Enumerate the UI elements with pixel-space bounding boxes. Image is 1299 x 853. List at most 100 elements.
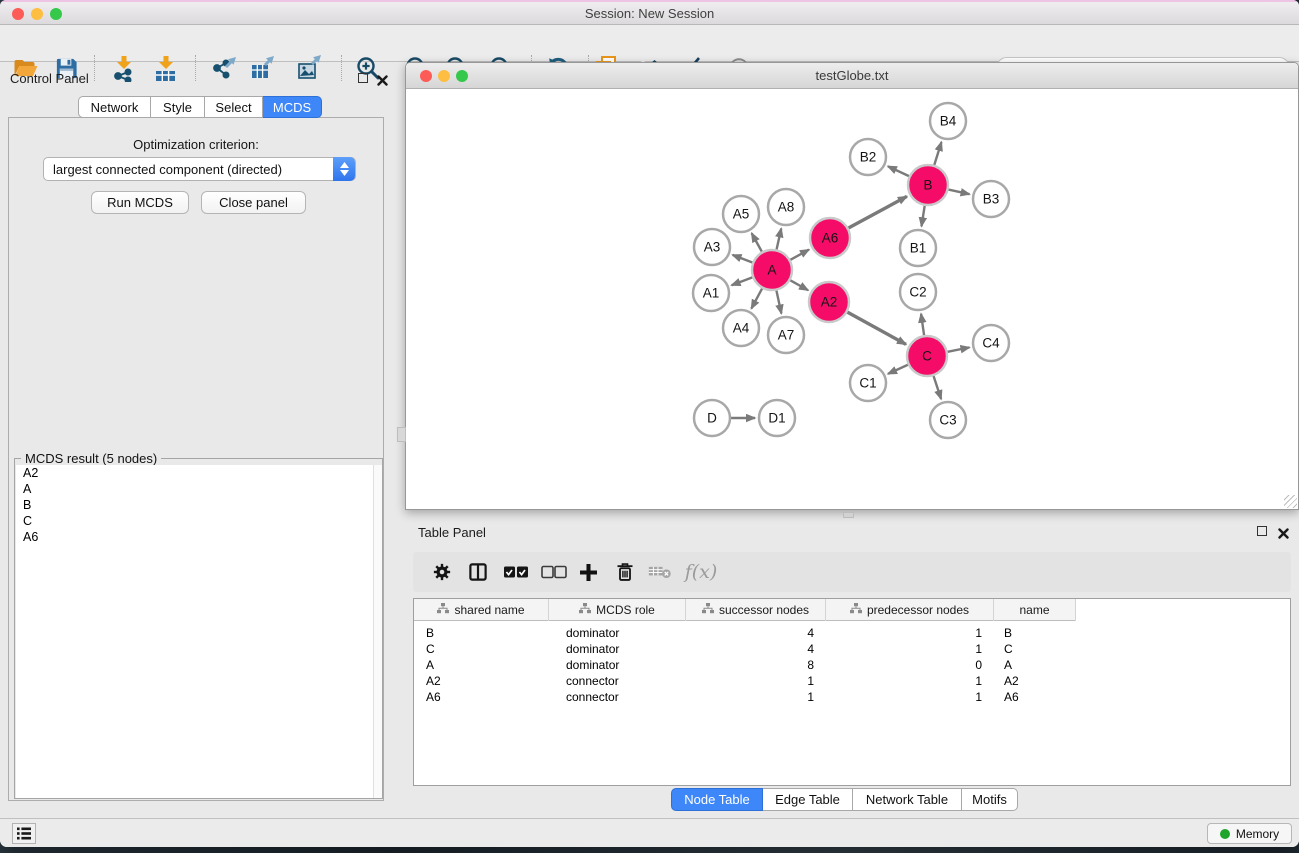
edge-A-A6[interactable]	[790, 250, 809, 260]
edge-C-C1[interactable]	[888, 365, 908, 374]
optimization-criterion-label: Optimization criterion:	[8, 137, 384, 152]
edge-C-C4[interactable]	[948, 347, 970, 351]
show-columns-icon[interactable]	[463, 558, 493, 586]
criterion-value: largest connected component (directed)	[53, 162, 282, 177]
edge-B-B3[interactable]	[948, 190, 969, 195]
edge-C-C3[interactable]	[934, 376, 942, 399]
edge-A-A7[interactable]	[776, 291, 781, 314]
tab-motifs[interactable]: Motifs	[962, 788, 1018, 811]
export-image-icon[interactable]	[295, 54, 323, 82]
list-item[interactable]: A6	[16, 530, 382, 546]
mcds-result-groupbox: MCDS result (5 nodes) A2ABCA6	[14, 458, 383, 799]
edge-A-A8[interactable]	[777, 228, 782, 249]
edge-A2-C[interactable]	[847, 312, 906, 344]
table-cell[interactable]: connector	[566, 689, 619, 705]
import-table-icon[interactable]	[151, 54, 179, 82]
table-cell[interactable]: 4	[686, 625, 814, 641]
function-builder-icon[interactable]: f(x)	[681, 558, 721, 586]
tab-select[interactable]: Select	[205, 96, 263, 118]
edge-B-B4[interactable]	[934, 142, 941, 165]
column-header-MCDS-role[interactable]: MCDS role	[549, 599, 686, 621]
memory-button[interactable]: Memory	[1207, 823, 1292, 844]
node-label: C2	[909, 285, 926, 300]
network-window-titlebar[interactable]: testGlobe.txt	[406, 63, 1298, 89]
table-cell[interactable]: A2	[1004, 673, 1019, 689]
export-table-icon[interactable]	[248, 54, 276, 82]
column-header-shared-name[interactable]: shared name	[414, 599, 549, 621]
edge-A-A1[interactable]	[732, 277, 753, 285]
edge-A-A2[interactable]	[790, 280, 808, 290]
table-cell[interactable]: connector	[566, 673, 619, 689]
table-settings-gear-icon[interactable]	[427, 558, 457, 586]
network-graph-canvas[interactable]: AA6A2BCA5A8A3A1A4A7B2B4B3B1C2C4C1C3DD1	[406, 90, 1298, 510]
tab-edge-table[interactable]: Edge Table	[763, 788, 853, 811]
export-network-icon[interactable]	[210, 54, 238, 82]
edge-A-A3[interactable]	[733, 255, 753, 263]
tab-style[interactable]: Style	[151, 96, 205, 118]
edge-A-A5[interactable]	[752, 233, 762, 251]
table-cell[interactable]: 1	[826, 689, 982, 705]
tab-network[interactable]: Network	[78, 96, 151, 118]
close-panel-icon[interactable]	[377, 73, 388, 84]
table-cell[interactable]: A	[1004, 657, 1012, 673]
table-cell[interactable]: dominator	[566, 657, 619, 673]
run-mcds-button[interactable]: Run MCDS	[91, 191, 189, 214]
table-cell[interactable]: 0	[826, 657, 982, 673]
list-item[interactable]: C	[16, 514, 382, 530]
table-cell[interactable]: 1	[826, 673, 982, 689]
table-cell[interactable]: 8	[686, 657, 814, 673]
edge-B-B1[interactable]	[921, 206, 924, 227]
table-cell[interactable]: A	[426, 657, 434, 673]
table-cell[interactable]: dominator	[566, 641, 619, 657]
tab-network-table[interactable]: Network Table	[853, 788, 962, 811]
close-table-panel-icon[interactable]	[1278, 526, 1289, 537]
table-cell[interactable]: A6	[1004, 689, 1019, 705]
mcds-result-list[interactable]: A2ABCA6	[16, 465, 382, 798]
scrollbar-track[interactable]	[373, 465, 382, 798]
import-network-icon[interactable]	[109, 54, 137, 82]
table-cell[interactable]: B	[426, 625, 434, 641]
edge-C-C2[interactable]	[921, 314, 924, 335]
table-cell[interactable]: B	[1004, 625, 1012, 641]
column-header-predecessor-nodes[interactable]: predecessor nodes	[826, 599, 994, 621]
table-cell[interactable]: 1	[686, 673, 814, 689]
close-panel-button[interactable]: Close panel	[201, 191, 306, 214]
table-cell[interactable]: A2	[426, 673, 441, 689]
tab-node-table[interactable]: Node Table	[671, 788, 763, 811]
edge-B-B2[interactable]	[888, 166, 909, 176]
node-table: shared nameMCDS rolesuccessor nodesprede…	[413, 598, 1291, 786]
list-item[interactable]: A2	[16, 465, 382, 481]
delete-table-icon[interactable]	[645, 558, 675, 586]
add-column-icon[interactable]	[573, 558, 603, 586]
table-cell[interactable]: A6	[426, 689, 441, 705]
hierarchy-icon	[850, 603, 862, 617]
edge-A6-B[interactable]	[848, 196, 906, 228]
table-cell[interactable]: 1	[826, 641, 982, 657]
list-item[interactable]: A	[16, 481, 382, 497]
select-all-rows-icon[interactable]	[501, 558, 531, 586]
table-cell[interactable]: C	[1004, 641, 1013, 657]
resize-grip-icon[interactable]	[1284, 495, 1297, 508]
table-cell[interactable]: C	[426, 641, 435, 657]
tab-mcds[interactable]: MCDS	[263, 96, 322, 118]
edge-A-A4[interactable]	[751, 289, 762, 309]
horizontal-splitter-handle[interactable]	[843, 512, 854, 518]
hierarchy-icon	[702, 603, 714, 617]
table-cell[interactable]: 1	[686, 689, 814, 705]
table-cell[interactable]: 1	[826, 625, 982, 641]
delete-column-icon[interactable]	[610, 558, 640, 586]
list-item[interactable]: B	[16, 497, 382, 513]
column-header-successor-nodes[interactable]: successor nodes	[686, 599, 826, 621]
deselect-all-rows-icon[interactable]	[539, 558, 569, 586]
column-header-name[interactable]: name	[994, 599, 1076, 621]
panel-splitter-handle[interactable]	[397, 427, 406, 442]
table-cell[interactable]: dominator	[566, 625, 619, 641]
table-cell[interactable]: 4	[686, 641, 814, 657]
float-panel-icon[interactable]	[358, 73, 369, 84]
node-label: A7	[778, 328, 795, 343]
toolbar-separator	[341, 55, 342, 81]
node-label: A4	[733, 321, 750, 336]
optimization-criterion-select[interactable]: largest connected component (directed)	[43, 157, 356, 181]
float-table-panel-icon[interactable]	[1257, 526, 1268, 537]
task-history-button[interactable]	[12, 823, 36, 844]
